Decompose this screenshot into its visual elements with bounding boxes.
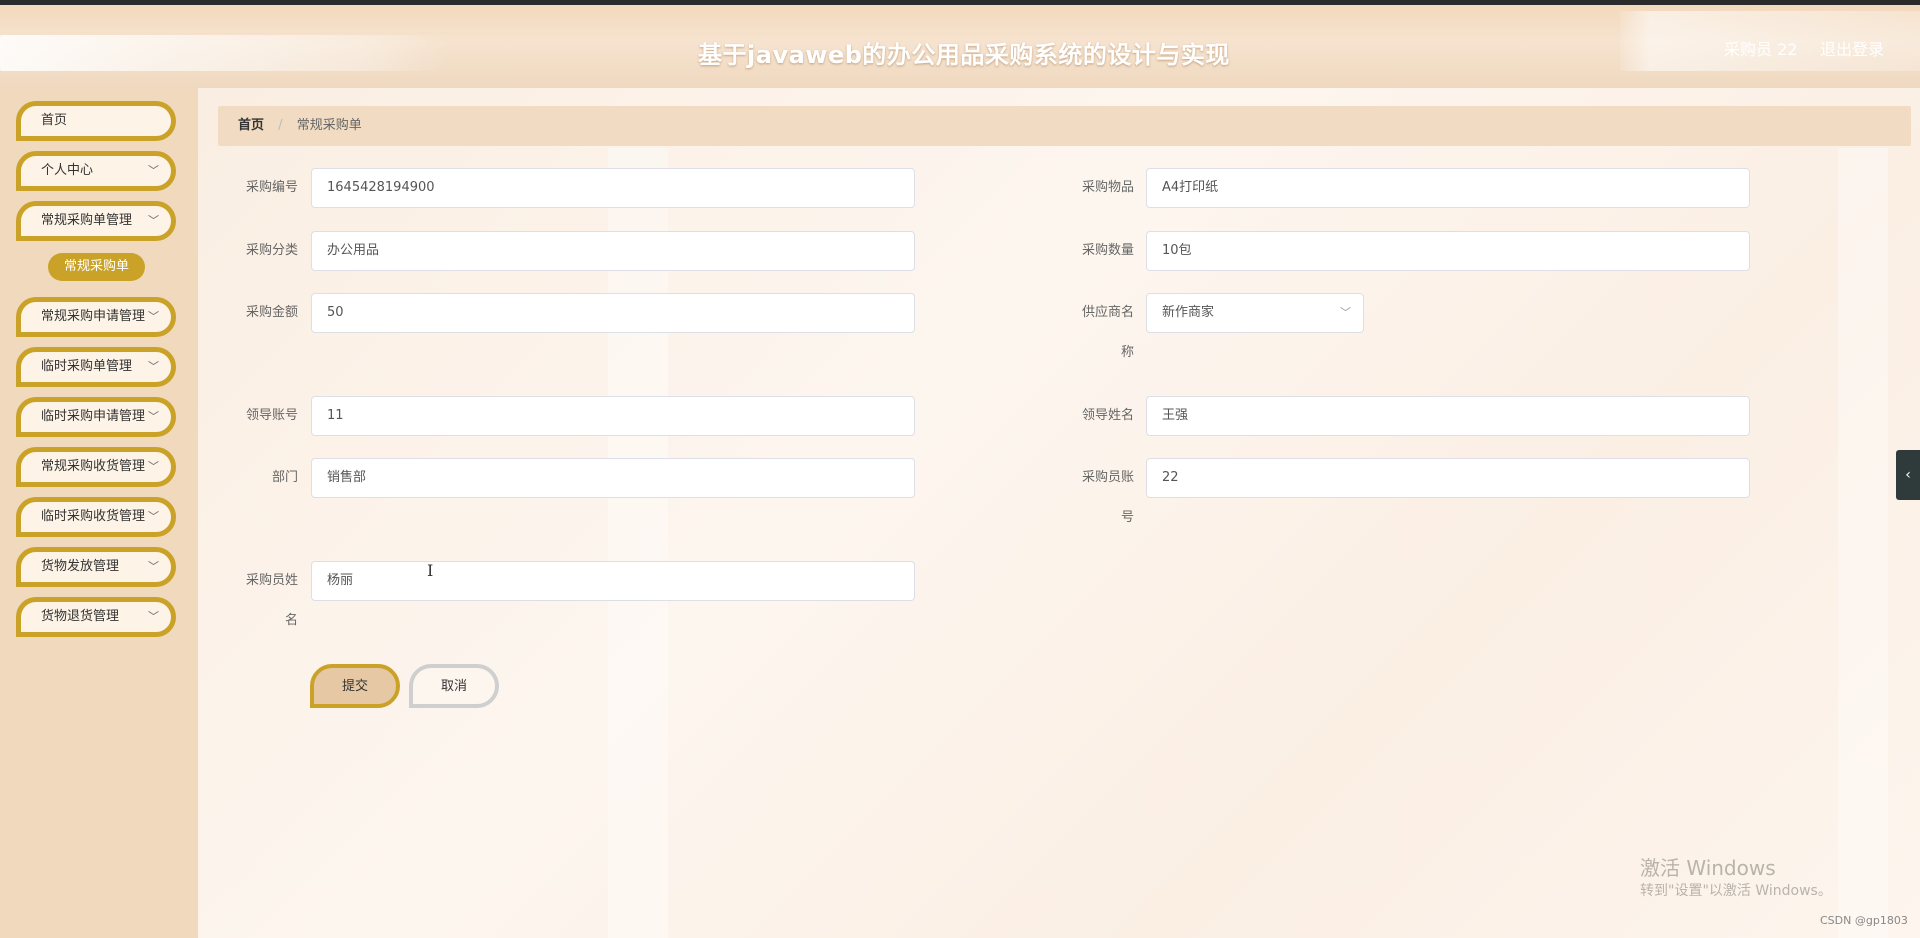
sidebar-item-label: 常规采购单管理 (41, 213, 133, 228)
sidebar-item-label: 首页 (41, 113, 68, 128)
department-label: 部门 (271, 470, 298, 485)
breadcrumb-home[interactable]: 首页 (238, 118, 264, 133)
buyer-account-label-cont: 号 (1120, 510, 1134, 525)
amount-label: 采购金额 (245, 305, 298, 320)
sidebar-item-regular-order-mgmt[interactable]: 常规采购单管理 ﹀ (16, 201, 176, 241)
sidebar-item-temp-order-mgmt[interactable]: 临时采购单管理 ﹀ (16, 347, 176, 387)
sidebar-item-regular-apply-mgmt[interactable]: 常规采购申请管理 ﹀ (16, 297, 176, 337)
sidebar-item-label: 个人中心 (41, 163, 94, 178)
leader-account-input[interactable]: 11 (311, 396, 915, 436)
purchase-no-input[interactable]: 1645428194900 (311, 168, 915, 208)
sidebar-item-label: 临时采购申请管理 (41, 409, 146, 424)
app-title: 基于javaweb的办公用品采购系统的设计与实现 (698, 41, 1230, 69)
buyer-name-label-cont: 名 (284, 613, 298, 628)
sidebar-item-regular-receipt-mgmt[interactable]: 常规采购收货管理 ﹀ (16, 447, 176, 487)
sidebar-item-label: 临时采购收货管理 (41, 509, 146, 524)
purchase-item-label: 采购物品 (1081, 180, 1134, 195)
breadcrumb-separator: / (278, 118, 283, 133)
chevron-down-icon: ﹀ (1340, 306, 1351, 319)
breadcrumb-current: 常规采购单 (296, 118, 362, 133)
buyer-account-label: 采购员账 (1081, 470, 1134, 485)
supplier-label-cont: 称 (1120, 345, 1134, 360)
windows-activation-title: 激活 Windows (1640, 856, 1776, 880)
submit-button[interactable]: 提交 (310, 664, 400, 708)
buyer-name-label: 采购员姓 (245, 573, 298, 588)
department-input[interactable]: 销售部 (311, 458, 915, 498)
sidebar-item-personal-center[interactable]: 个人中心 ﹀ (16, 151, 176, 191)
category-label: 采购分类 (245, 243, 298, 258)
chevron-down-icon: ﹀ (148, 460, 159, 473)
windows-activation-hint: 转到"设置"以激活 Windows。 (1640, 883, 1832, 899)
background-light (1838, 148, 1888, 938)
quantity-input[interactable]: 10包 (1146, 231, 1750, 271)
amount-input[interactable]: 50 (311, 293, 915, 333)
supplier-select-value: 新作商家 (1162, 305, 1215, 320)
sidebar-subitem-regular-order[interactable]: 常规采购单 (48, 253, 145, 281)
breadcrumb: 首页 / 常规采购单 (218, 106, 1911, 146)
chevron-left-icon[interactable]: ‹ (1896, 450, 1920, 500)
category-input[interactable]: 办公用品 (311, 231, 915, 271)
sidebar-item-label: 货物发放管理 (41, 559, 120, 574)
supplier-label: 供应商名 (1081, 305, 1134, 320)
chevron-down-icon: ﹀ (148, 560, 159, 573)
current-user: 采购员 22 (1724, 40, 1798, 59)
sidebar-item-temp-apply-mgmt[interactable]: 临时采购申请管理 ﹀ (16, 397, 176, 437)
sidebar-item-temp-receipt-mgmt[interactable]: 临时采购收货管理 ﹀ (16, 497, 176, 537)
quantity-label: 采购数量 (1081, 243, 1134, 258)
chevron-down-icon: ﹀ (148, 360, 159, 373)
sidebar-item-goods-issue-mgmt[interactable]: 货物发放管理 ﹀ (16, 547, 176, 587)
sidebar-item-label: 货物退货管理 (41, 609, 120, 624)
chevron-down-icon: ﹀ (148, 164, 159, 177)
top-header: 基于javaweb的办公用品采购系统的设计与实现 (0, 0, 1920, 88)
chevron-down-icon: ﹀ (148, 310, 159, 323)
chevron-down-icon: ﹀ (148, 214, 159, 227)
buyer-name-input[interactable]: 杨丽 (311, 561, 915, 601)
leader-account-label: 领导账号 (245, 408, 298, 423)
sidebar-item-label: 临时采购单管理 (41, 359, 133, 374)
leader-name-input[interactable]: 王强 (1146, 396, 1750, 436)
buyer-account-input[interactable]: 22 (1146, 458, 1750, 498)
text-cursor-icon: I (427, 561, 434, 580)
leader-name-label: 领导姓名 (1081, 408, 1134, 423)
chevron-down-icon: ﹀ (148, 610, 159, 623)
sidebar-item-goods-return-mgmt[interactable]: 货物退货管理 ﹀ (16, 597, 176, 637)
purchase-item-input[interactable]: A4打印纸 (1146, 168, 1750, 208)
sidebar-item-label: 常规采购收货管理 (41, 459, 146, 474)
sidebar-item-label: 常规采购申请管理 (41, 309, 146, 324)
supplier-select[interactable]: 新作商家 ﹀ (1146, 293, 1364, 333)
purchase-no-label: 采购编号 (245, 180, 298, 195)
chevron-down-icon: ﹀ (148, 510, 159, 523)
chevron-down-icon: ﹀ (148, 410, 159, 423)
csdn-watermark: CSDN @gp1803 (1820, 914, 1908, 927)
cancel-button[interactable]: 取消 (409, 664, 499, 708)
sidebar-item-home[interactable]: 首页 (16, 101, 176, 141)
logout-link[interactable]: 退出登录 (1820, 36, 1884, 60)
